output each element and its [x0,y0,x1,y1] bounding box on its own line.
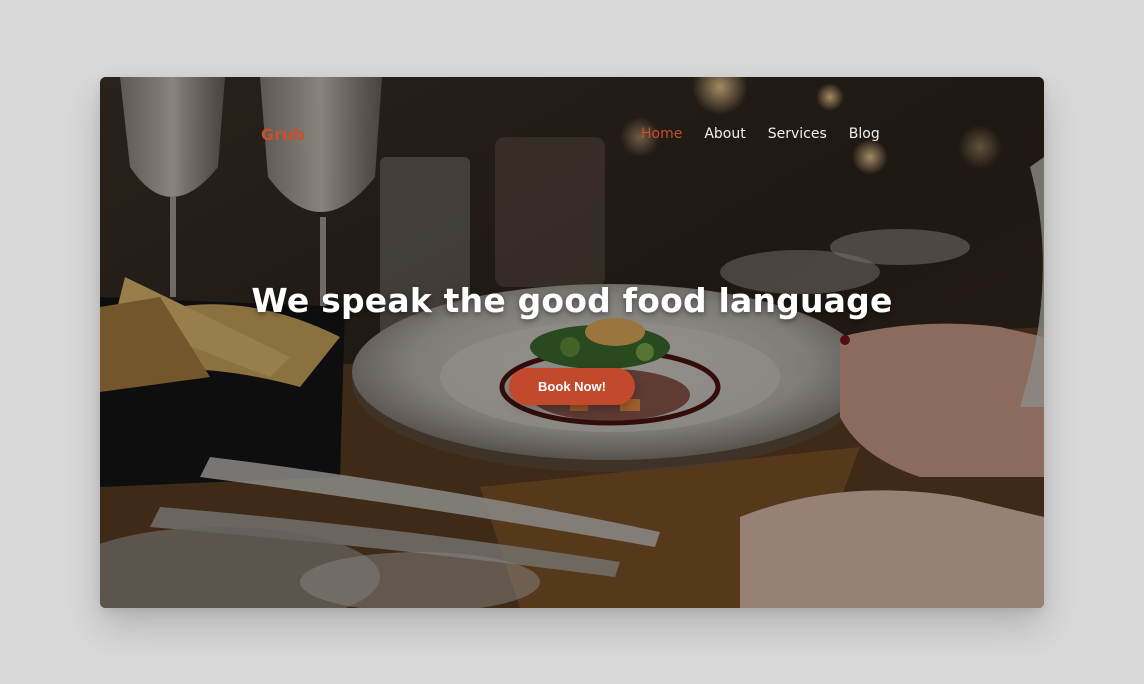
nav-item-services[interactable]: Services [768,126,827,142]
nav-item-about[interactable]: About [704,126,745,142]
brand-logo[interactable]: Grub [261,125,305,144]
nav-item-blog[interactable]: Blog [849,126,880,142]
nav-item-home[interactable]: Home [641,126,682,142]
top-navigation: Grub Home About Services Blog [100,77,1044,197]
book-now-button[interactable]: Book Now! [509,368,635,405]
browser-frame: Grub Home About Services Blog We speak t… [100,77,1044,608]
nav-menu: Home About Services Blog [641,126,880,142]
hero-title: We speak the good food language [251,281,893,320]
